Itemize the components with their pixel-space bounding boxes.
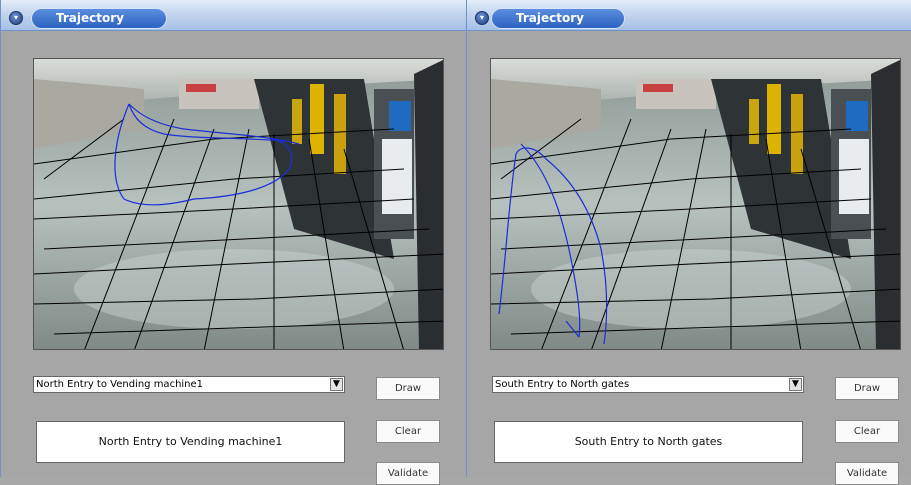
route-select-value: South Entry to North gates <box>495 379 630 390</box>
panel-title: Trajectory <box>56 11 124 25</box>
clear-button[interactable]: Clear <box>376 420 440 443</box>
trajectory-panel-right: ▾ Trajectory South Entry to North gates … <box>466 0 911 485</box>
panel-title-tab[interactable]: Trajectory <box>491 8 625 29</box>
camera-frame-image <box>34 59 443 349</box>
clear-button[interactable]: Clear <box>835 420 899 443</box>
validate-button[interactable]: Validate <box>376 462 440 485</box>
route-select-value: North Entry to Vending machine1 <box>36 379 204 390</box>
panel-titlebar: ▾ Trajectory <box>467 0 911 31</box>
camera-view[interactable] <box>33 58 444 350</box>
validate-button[interactable]: Validate <box>835 462 899 485</box>
camera-frame-image <box>491 59 900 349</box>
camera-view[interactable] <box>490 58 901 350</box>
dropdown-arrow-icon[interactable]: ▼ <box>789 378 802 391</box>
chevron-down-icon[interactable]: ▾ <box>475 11 489 25</box>
route-select[interactable]: North Entry to Vending machine1 ▼ <box>33 376 345 393</box>
panel-title: Trajectory <box>516 11 584 25</box>
selected-route-display: North Entry to Vending machine1 <box>36 421 345 463</box>
draw-button[interactable]: Draw <box>376 377 440 400</box>
panel-titlebar: ▾ Trajectory <box>1 0 466 31</box>
panel-title-tab[interactable]: Trajectory <box>31 8 167 29</box>
trajectory-panel-left: ▾ Trajectory North Entry to Vending mach… <box>0 0 466 485</box>
dropdown-arrow-icon[interactable]: ▼ <box>330 378 343 391</box>
selected-route-display: South Entry to North gates <box>494 421 803 463</box>
draw-button[interactable]: Draw <box>835 377 899 400</box>
route-select[interactable]: South Entry to North gates ▼ <box>492 376 804 393</box>
chevron-down-icon[interactable]: ▾ <box>9 11 23 25</box>
